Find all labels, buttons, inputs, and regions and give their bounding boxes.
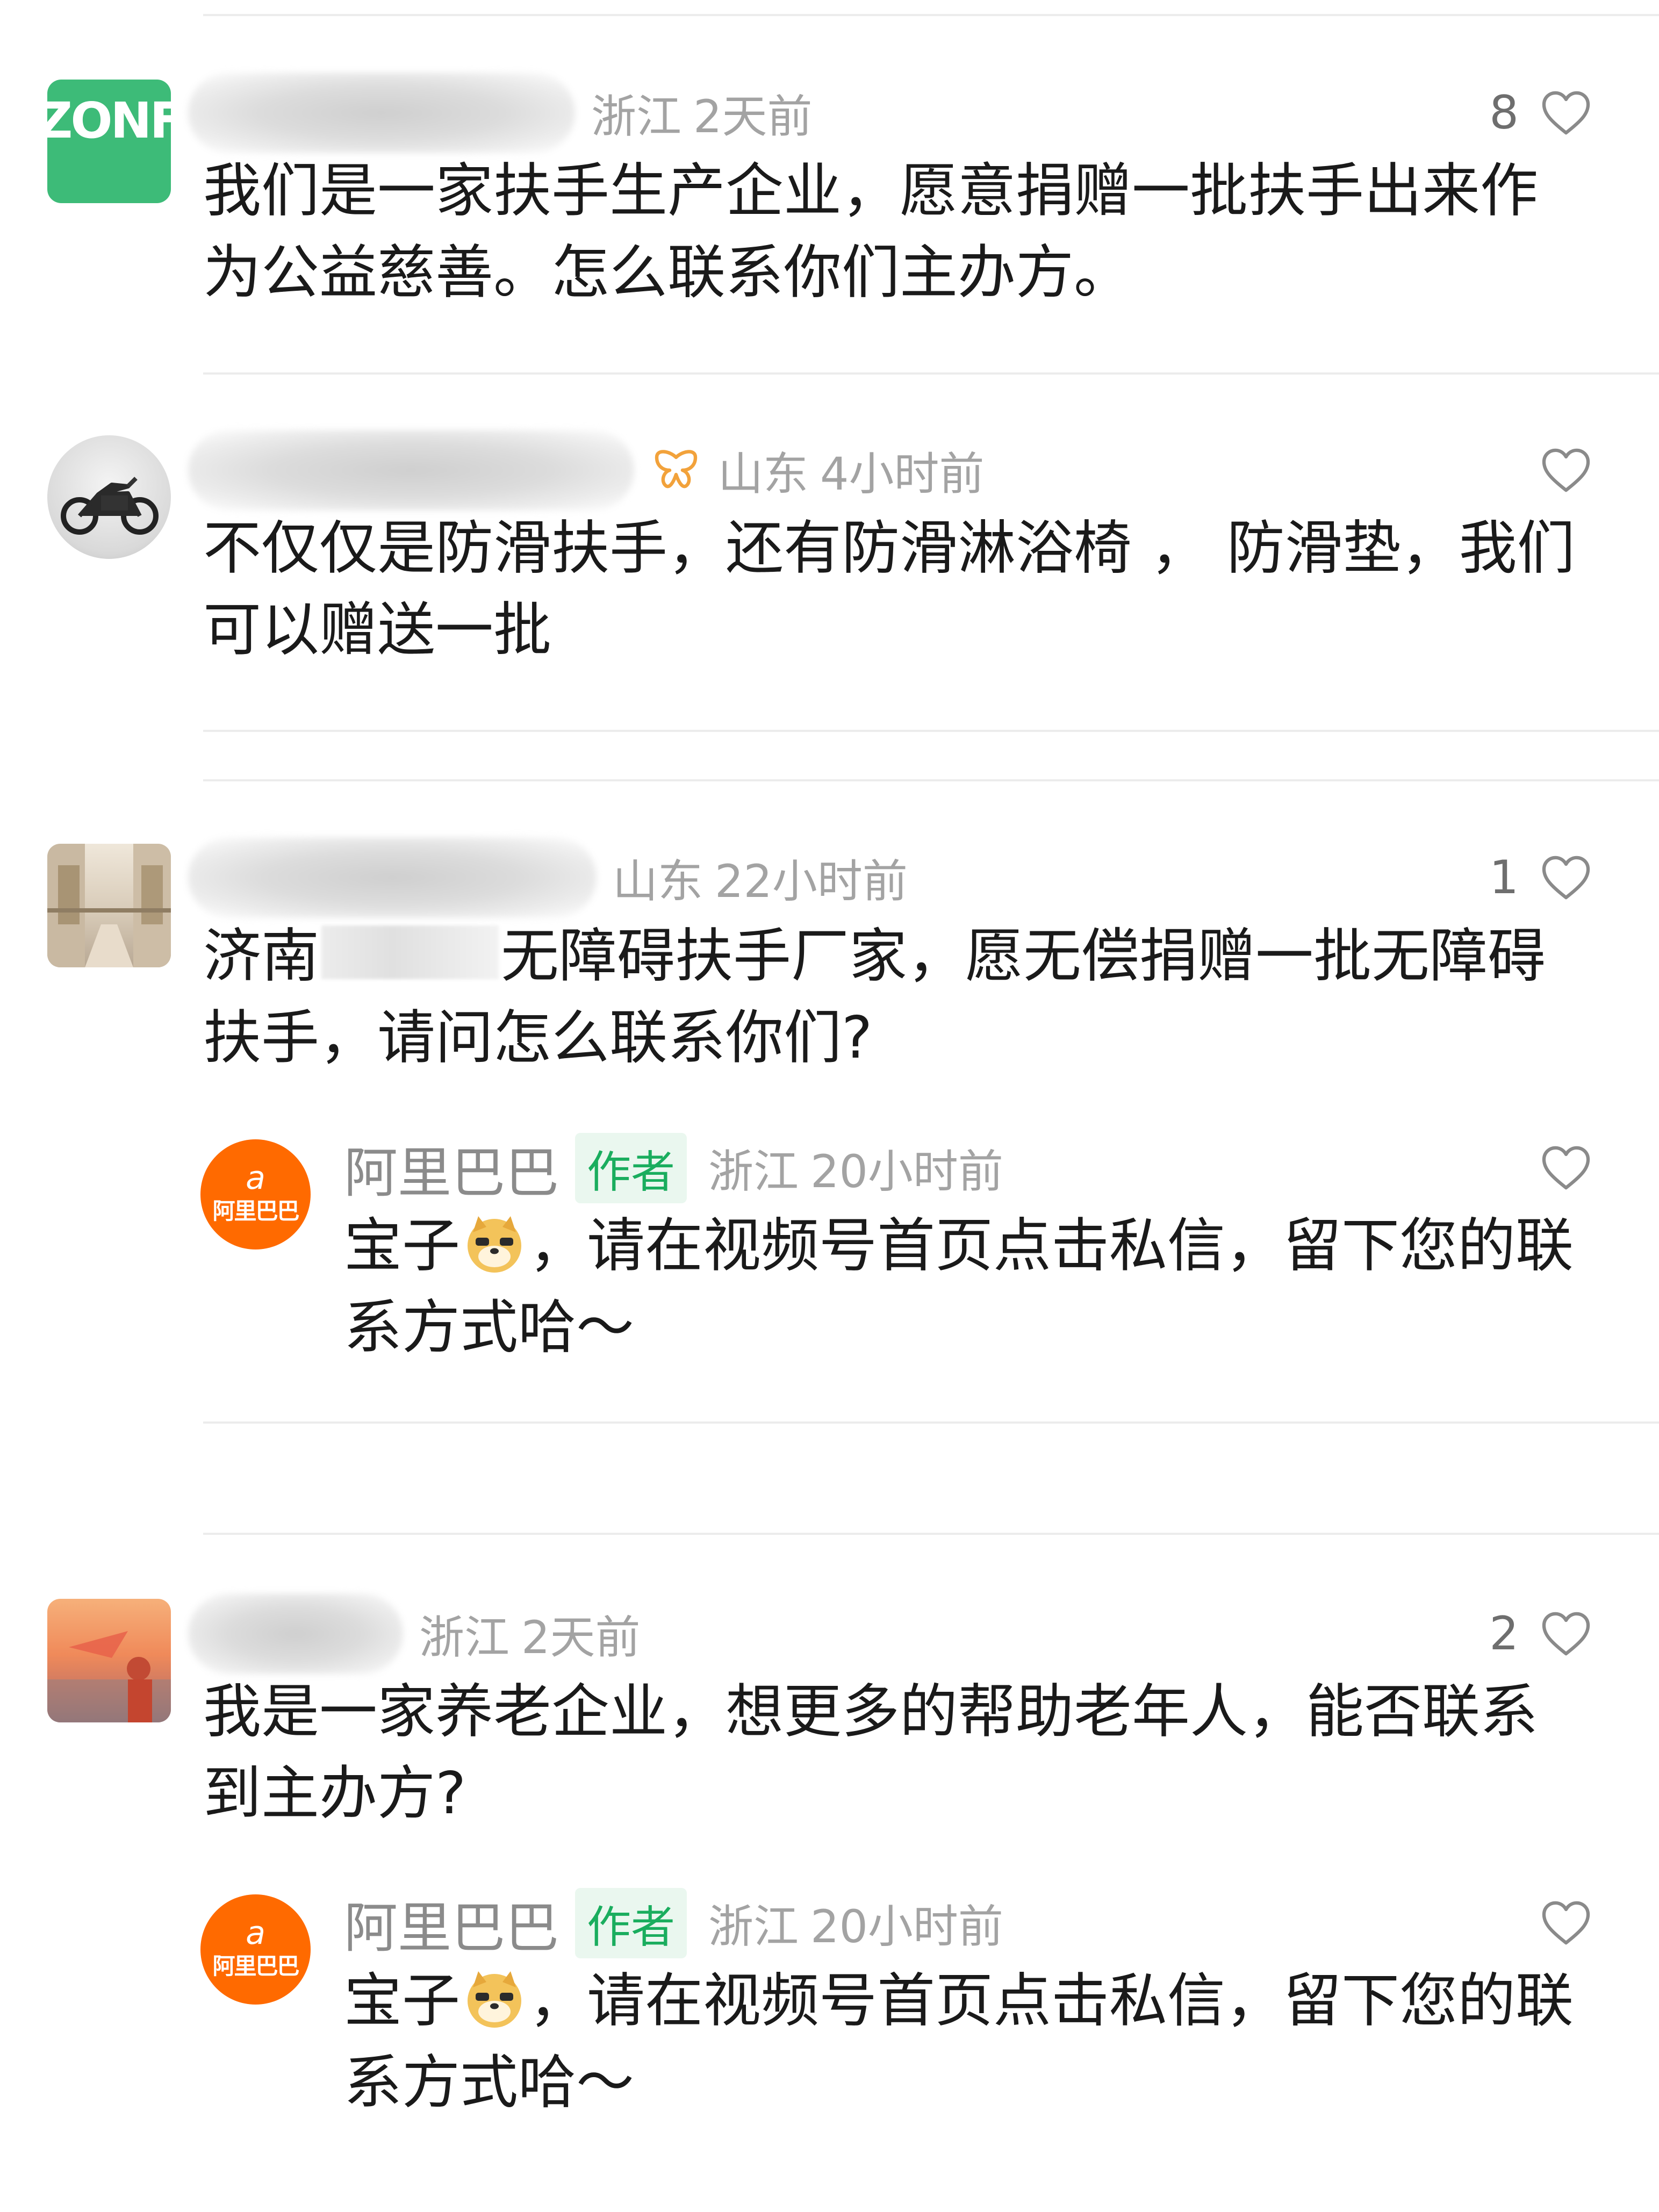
heart-icon: [1542, 91, 1590, 135]
comment-location: 山东: [718, 447, 809, 500]
comment-text-part: 济南: [203, 923, 320, 990]
alibaba-logo-text: 阿里巴巴: [212, 1953, 299, 1979]
like-button[interactable]: 2: [1489, 1604, 1592, 1663]
reply-text-part: ，请在视频号首页点击私信，留下您的联系方式哈～: [344, 1212, 1574, 1361]
comment-time: 4小时前: [820, 447, 985, 500]
comment-meta: 山东 22小时前: [188, 837, 908, 918]
reply-author[interactable]: 阿里巴巴: [344, 1129, 559, 1207]
comment-time: 2天前: [521, 1611, 641, 1664]
comment-meta: 浙江 2天前: [188, 73, 812, 153]
reply-text-part: ，请在视频号首页点击私信，留下您的联系方式哈～: [344, 1967, 1574, 2116]
divider: [203, 14, 1659, 16]
alibaba-a-glyph: a: [246, 1159, 265, 1197]
heart-icon: [1542, 856, 1590, 900]
author-tag: 作者: [575, 1132, 687, 1203]
heart-icon: [1542, 1146, 1590, 1190]
reply-time: 20小时前: [810, 1145, 1003, 1198]
reply-meta: 阿里巴巴 作者 浙江 20小时前: [344, 1887, 1003, 1959]
comment-text: 不仅仅是防滑扶手，还有防滑淋浴椅 ， 防滑垫，我们可以赠送一批: [203, 515, 1575, 664]
comment-meta: 山东 4小时前: [188, 430, 985, 511]
comment-text: 我是一家养老企业，想更多的帮助老年人，能否联系到主办方?: [203, 1678, 1539, 1827]
blurred-username: [188, 1593, 403, 1674]
reply-location: 浙江: [708, 1145, 799, 1198]
motorcycle-icon: [61, 477, 159, 535]
hallway-avatar[interactable]: [47, 844, 171, 967]
reply-text-part: 宝子: [344, 1967, 461, 2035]
doge-emoji-icon: [468, 1971, 522, 2028]
comment-location: 山东: [613, 854, 703, 908]
alibaba-logo-text: 阿里巴巴: [212, 1198, 299, 1224]
hallway-image: [47, 844, 171, 967]
divider: [203, 372, 1659, 375]
like-count: 2: [1489, 1607, 1519, 1661]
motorcycle-avatar[interactable]: [47, 435, 171, 559]
blurred-username: [188, 430, 634, 511]
reply-time: 20小时前: [810, 1900, 1003, 1953]
heart-icon: [1542, 448, 1590, 492]
comment-time: 22小时前: [715, 854, 908, 908]
like-button[interactable]: [1519, 1138, 1592, 1197]
divider: [203, 779, 1659, 781]
comment-location: 浙江: [591, 90, 682, 143]
blurred-username: [188, 73, 575, 153]
comment-text: 济南 无障碍扶手厂家，愿无偿捐赠一批无障碍扶手，请问怎么联系你们?: [203, 916, 1578, 1079]
butterfly-badge-icon: [655, 450, 698, 489]
zonf-logo-text-top: ZONF: [47, 92, 171, 149]
reply-text-part: 宝子: [344, 1212, 461, 1280]
like-count: 8: [1489, 86, 1519, 140]
doge-emoji-icon: [468, 1216, 522, 1273]
blurred-username: [188, 837, 597, 918]
reply-meta: 阿里巴巴 作者 浙江 20小时前: [344, 1132, 1003, 1204]
reply-location: 浙江: [708, 1900, 799, 1953]
alibaba-avatar[interactable]: a 阿里巴巴: [200, 1894, 311, 2005]
comment-location: 浙江: [419, 1611, 510, 1664]
author-tag: 作者: [575, 1887, 687, 1958]
alibaba-logo-icon: a 阿里巴巴: [200, 1139, 311, 1249]
alibaba-logo-icon: a 阿里巴巴: [200, 1894, 311, 2005]
heart-icon: [1542, 1901, 1590, 1945]
reply-text: 宝子 ，请在视频号首页点击私信，留下您的联系方式哈～: [344, 1205, 1578, 1369]
divider: [203, 1533, 1659, 1535]
alibaba-avatar[interactable]: a 阿里巴巴: [200, 1139, 311, 1249]
like-button[interactable]: [1519, 441, 1592, 500]
sunset-avatar[interactable]: [47, 1599, 171, 1722]
comment-text: 我们是一家扶手生产企业，愿意捐赠一批扶手出来作为公益慈善。怎么联系你们主办方。: [203, 157, 1539, 306]
comment-meta: 浙江 2天前: [188, 1593, 640, 1674]
like-button[interactable]: [1519, 1893, 1592, 1952]
divider: [203, 730, 1659, 732]
zonf-logo-avatar[interactable]: ZONF: [47, 80, 171, 203]
redacted-text-mask: [321, 925, 499, 979]
heart-icon: [1542, 1612, 1590, 1656]
reply-text: 宝子 ，请在视频号首页点击私信，留下您的联系方式哈～: [344, 1960, 1578, 2124]
divider: [203, 1421, 1659, 1424]
comment-time: 2天前: [693, 90, 813, 143]
like-count: 1: [1489, 851, 1519, 904]
like-button[interactable]: 1: [1489, 848, 1592, 907]
like-button[interactable]: 8: [1489, 83, 1592, 142]
alibaba-a-glyph: a: [246, 1914, 265, 1952]
sunset-image: [47, 1631, 171, 1722]
reply-author[interactable]: 阿里巴巴: [344, 1884, 559, 1962]
